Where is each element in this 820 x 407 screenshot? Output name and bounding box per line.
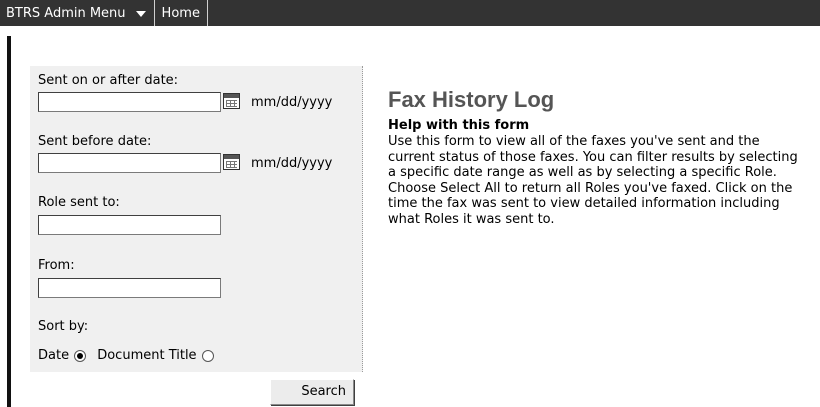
sent-before-format: mm/dd/yyyy xyxy=(251,156,333,171)
help-heading: Help with this form xyxy=(388,118,530,133)
sent-before-input[interactable] xyxy=(38,153,221,173)
sent-after-input[interactable] xyxy=(38,92,221,112)
help-text: Use this form to view all of the faxes y… xyxy=(388,134,798,227)
role-input[interactable] xyxy=(38,215,221,235)
sent-after-format: mm/dd/yyyy xyxy=(251,95,333,110)
calendar-icon[interactable] xyxy=(223,154,240,170)
sort-options: Date Document Title xyxy=(38,348,218,363)
admin-menu-dropdown[interactable]: BTRS Admin Menu xyxy=(0,0,155,26)
left-border-line xyxy=(7,36,11,407)
role-label: Role sent to: xyxy=(38,195,120,210)
from-label: From: xyxy=(38,258,75,273)
from-input[interactable] xyxy=(38,278,221,298)
sort-title-radio[interactable] xyxy=(201,349,214,362)
sort-date-label: Date xyxy=(38,348,70,363)
sort-date-radio[interactable] xyxy=(74,349,87,362)
calendar-icon[interactable] xyxy=(223,93,240,109)
page-title: Fax History Log xyxy=(388,87,555,112)
chevron-down-icon xyxy=(135,10,146,17)
sent-after-label: Sent on or after date: xyxy=(38,73,179,88)
home-label: Home xyxy=(161,5,200,21)
sort-by-label: Sort by: xyxy=(38,319,89,334)
search-button[interactable]: Search xyxy=(270,379,354,405)
top-menu-bar: BTRS Admin Menu Home xyxy=(0,0,820,26)
search-form-panel: Sent on or after date: mm/dd/yyyy Sent b… xyxy=(30,66,363,372)
admin-menu-label: BTRS Admin Menu xyxy=(6,5,126,21)
sent-before-label: Sent before date: xyxy=(38,134,152,149)
sort-title-label: Document Title xyxy=(97,348,197,363)
home-link[interactable]: Home xyxy=(155,0,208,26)
